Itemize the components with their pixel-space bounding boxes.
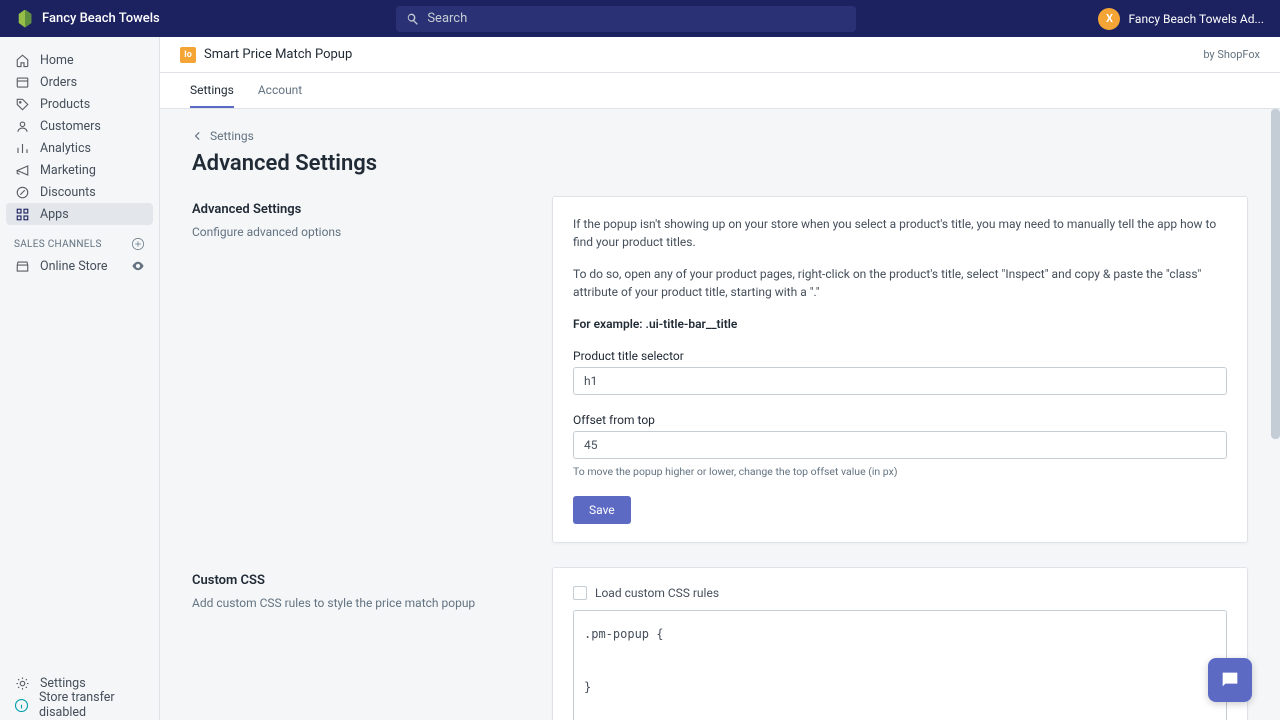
nav-products[interactable]: Products [0, 93, 159, 115]
tabs: Settings Account [160, 73, 1280, 109]
orders-icon [14, 74, 30, 90]
user-name: Fancy Beach Towels Ad... [1128, 12, 1264, 26]
sales-channels-heading: SALES CHANNELS [0, 225, 159, 255]
nav-customers[interactable]: Customers [0, 115, 159, 137]
nav-label: Customers [40, 119, 101, 134]
sidebar: Home Orders Products Customers Analytics… [0, 37, 160, 720]
offset-label: Offset from top [573, 413, 1227, 427]
offset-help: To move the popup higher or lower, chang… [573, 465, 1227, 478]
nav-label: Online Store [40, 259, 107, 274]
section-left: Custom CSS Add custom CSS rules to style… [192, 567, 532, 720]
main: Io Smart Price Match Popup by ShopFox Se… [160, 37, 1280, 720]
field-offset: Offset from top To move the popup higher… [573, 413, 1227, 478]
search-input[interactable] [427, 11, 846, 26]
checkbox-label: Load custom CSS rules [595, 586, 719, 600]
section-css: Custom CSS Add custom CSS rules to style… [192, 567, 1248, 720]
nav-label: Orders [40, 75, 77, 90]
scrollbar-track [1271, 109, 1280, 720]
add-channel-icon[interactable] [131, 237, 145, 251]
css-card: Load custom CSS rules Save [552, 567, 1248, 720]
customers-icon [14, 118, 30, 134]
nav-analytics[interactable]: Analytics [0, 137, 159, 159]
chat-icon [1219, 669, 1241, 691]
scrollbar-thumb[interactable] [1271, 109, 1280, 439]
products-icon [14, 96, 30, 112]
breadcrumb-label: Settings [210, 129, 254, 143]
offset-input[interactable] [573, 431, 1227, 459]
nav-label: Analytics [40, 141, 91, 156]
app-title: Smart Price Match Popup [204, 47, 352, 62]
analytics-icon [14, 140, 30, 156]
discounts-icon [14, 184, 30, 200]
section-heading: Advanced Settings [192, 202, 532, 217]
marketing-icon [14, 162, 30, 178]
app-publisher: by ShopFox [1203, 48, 1260, 61]
avatar[interactable]: X [1098, 8, 1120, 30]
intro-text-2: To do so, open any of your product pages… [573, 265, 1227, 301]
shopify-logo-icon [16, 10, 34, 28]
nav-label: Store transfer disabled [39, 690, 145, 720]
nav-orders[interactable]: Orders [0, 71, 159, 93]
page-title: Advanced Settings [192, 151, 1248, 176]
info-icon [14, 697, 29, 713]
tab-account[interactable]: Account [258, 73, 302, 108]
app-logo-icon: Io [180, 47, 196, 63]
nav-home[interactable]: Home [0, 49, 159, 71]
section-advanced: Advanced Settings Configure advanced opt… [192, 196, 1248, 543]
apps-icon [14, 206, 30, 222]
nav-label: Settings [40, 676, 86, 691]
load-css-checkbox[interactable] [573, 586, 587, 600]
nav-label: Products [40, 97, 90, 112]
selector-input[interactable] [573, 367, 1227, 395]
nav-label: Apps [40, 207, 69, 222]
view-store-icon[interactable] [131, 259, 145, 273]
chevron-left-icon [192, 130, 204, 142]
store-icon [14, 258, 30, 274]
nav-marketing[interactable]: Marketing [0, 159, 159, 181]
nav-apps[interactable]: Apps [6, 203, 153, 225]
topbar-right[interactable]: X Fancy Beach Towels Ad... [1098, 8, 1264, 30]
section-heading: Custom CSS [192, 573, 532, 588]
intro-text-1: If the popup isn't showing up on your st… [573, 215, 1227, 251]
checkbox-row[interactable]: Load custom CSS rules [573, 586, 1227, 600]
nav-discounts[interactable]: Discounts [0, 181, 159, 203]
gear-icon [14, 675, 30, 691]
section-desc: Configure advanced options [192, 225, 532, 239]
store-name[interactable]: Fancy Beach Towels [42, 11, 160, 26]
advanced-card: If the popup isn't showing up on your st… [552, 196, 1248, 543]
topbar-left: Fancy Beach Towels [16, 10, 396, 28]
tab-settings[interactable]: Settings [190, 73, 234, 108]
topbar: Fancy Beach Towels X Fancy Beach Towels … [0, 0, 1280, 37]
search-bar[interactable] [396, 6, 856, 32]
home-icon [14, 52, 30, 68]
breadcrumb[interactable]: Settings [192, 129, 1248, 143]
section-desc: Add custom CSS rules to style the price … [192, 596, 532, 610]
nav-label: Marketing [40, 163, 96, 178]
selector-label: Product title selector [573, 349, 1227, 363]
chat-button[interactable] [1208, 658, 1252, 702]
field-selector: Product title selector [573, 349, 1227, 395]
example-text: For example: .ui-title-bar__title [573, 315, 1227, 333]
nav-transfer[interactable]: Store transfer disabled [0, 694, 159, 716]
nav-online-store[interactable]: Online Store [0, 255, 159, 277]
section-left: Advanced Settings Configure advanced opt… [192, 196, 532, 543]
content-area: Settings Advanced Settings Advanced Sett… [160, 109, 1280, 720]
search-icon [406, 12, 419, 26]
app-header: Io Smart Price Match Popup by ShopFox [160, 37, 1280, 73]
nav-label: Discounts [40, 185, 96, 200]
nav-label: Home [40, 53, 74, 68]
save-button[interactable]: Save [573, 496, 631, 524]
css-textarea[interactable] [573, 610, 1227, 720]
